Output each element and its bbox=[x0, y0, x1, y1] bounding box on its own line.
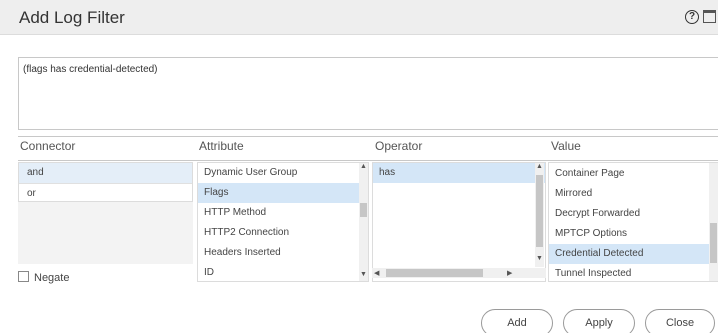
column-header-attribute: Attribute bbox=[199, 139, 244, 153]
column-header-operator: Operator bbox=[375, 139, 423, 153]
connector-list-empty-area bbox=[18, 202, 193, 264]
operator-scrollbar[interactable]: ▲ ▼ bbox=[535, 163, 544, 267]
negate-checkbox[interactable]: Negate bbox=[18, 271, 69, 284]
attribute-scroll-thumb[interactable] bbox=[360, 203, 367, 217]
value-item[interactable]: Tunnel Inspected bbox=[549, 264, 718, 281]
operator-horizontal-scrollbar[interactable]: ◀ ▶ bbox=[372, 268, 546, 278]
dialog-title-bar: Add Log Filter ? bbox=[0, 0, 718, 35]
operator-scroll-thumb[interactable] bbox=[536, 175, 543, 247]
operator-item-has[interactable]: has bbox=[373, 163, 545, 183]
connector-item-and[interactable]: and bbox=[19, 163, 192, 183]
value-scroll-thumb[interactable] bbox=[710, 223, 717, 263]
attribute-item[interactable]: Dynamic User Group bbox=[198, 163, 368, 183]
value-item[interactable]: MPTCP Options bbox=[549, 224, 718, 244]
value-item-selected[interactable]: Credential Detected bbox=[549, 244, 718, 264]
close-button[interactable]: Close bbox=[645, 309, 715, 333]
value-list[interactable]: Container Page Mirrored Decrypt Forwarde… bbox=[548, 162, 718, 282]
apply-button[interactable]: Apply bbox=[563, 309, 635, 333]
negate-label: Negate bbox=[34, 272, 70, 284]
dialog-title: Add Log Filter bbox=[19, 8, 125, 27]
scroll-up-arrow-icon[interactable]: ▲ bbox=[360, 163, 367, 170]
filter-expression-box[interactable]: (flags has credential-detected) bbox=[18, 57, 718, 130]
help-icon[interactable]: ? bbox=[685, 10, 699, 24]
column-header-value: Value bbox=[551, 139, 581, 153]
operator-hscroll-thumb[interactable] bbox=[386, 269, 483, 277]
attribute-item-selected[interactable]: Flags bbox=[198, 183, 368, 203]
header-divider-bottom bbox=[18, 160, 718, 161]
column-header-connector: Connector bbox=[20, 139, 76, 153]
negate-checkbox-box[interactable] bbox=[18, 271, 29, 282]
value-item[interactable]: Container Page bbox=[549, 164, 718, 184]
attribute-scrollbar[interactable]: ▲ ▼ bbox=[359, 163, 368, 281]
value-item[interactable]: Mirrored bbox=[549, 184, 718, 204]
add-button[interactable]: Add bbox=[481, 309, 553, 333]
filter-expression-text: (flags has credential-detected) bbox=[23, 64, 158, 75]
scroll-down-arrow-icon[interactable]: ▼ bbox=[536, 255, 543, 262]
scroll-left-arrow-icon[interactable]: ◀ bbox=[374, 269, 379, 277]
value-item[interactable]: Decrypt Forwarded bbox=[549, 204, 718, 224]
connector-list[interactable]: and or bbox=[18, 162, 193, 202]
attribute-list[interactable]: Dynamic User Group Flags HTTP Method HTT… bbox=[197, 162, 369, 282]
attribute-item[interactable]: HTTP Method bbox=[198, 203, 368, 223]
maximize-icon[interactable] bbox=[703, 10, 716, 23]
scroll-right-arrow-icon[interactable]: ▶ bbox=[507, 269, 512, 277]
operator-list[interactable]: has bbox=[372, 162, 546, 282]
attribute-item[interactable]: Headers Inserted bbox=[198, 243, 368, 263]
header-divider-top bbox=[18, 136, 718, 137]
scroll-up-arrow-icon[interactable]: ▲ bbox=[536, 163, 543, 170]
value-scrollbar[interactable] bbox=[709, 163, 718, 281]
attribute-item[interactable]: HTTP2 Connection bbox=[198, 223, 368, 243]
connector-item-or[interactable]: or bbox=[19, 183, 192, 201]
attribute-item[interactable]: ID bbox=[198, 263, 368, 281]
scroll-down-arrow-icon[interactable]: ▼ bbox=[360, 271, 367, 278]
